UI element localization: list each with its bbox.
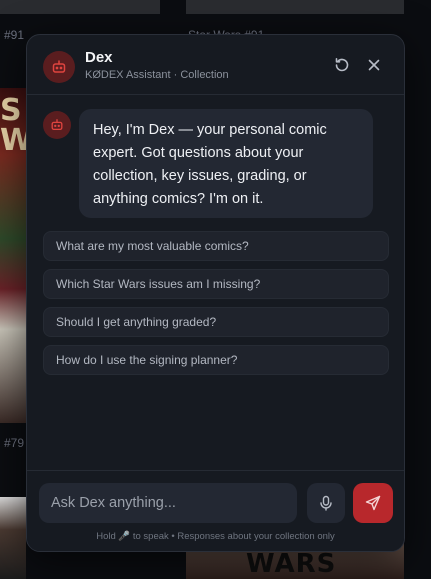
suggestion-chip[interactable]: Which Star Wars issues am I missing? xyxy=(43,269,389,299)
suggestion-chip[interactable]: Should I get anything graded? xyxy=(43,307,389,337)
chat-subtitle: KØDEX Assistant · Collection xyxy=(85,69,229,81)
cover-title: WARS xyxy=(246,549,337,579)
close-icon xyxy=(368,59,380,71)
close-button[interactable] xyxy=(362,53,386,77)
composer-hint: Hold 🎤 to speak • Responses about your c… xyxy=(96,531,335,542)
comic-cover[interactable] xyxy=(0,0,160,14)
suggestion-chip[interactable]: What are my most valuable comics? xyxy=(43,231,389,261)
send-button[interactable] xyxy=(353,483,393,523)
refresh-button[interactable] xyxy=(330,53,354,77)
microphone-icon xyxy=(320,495,332,511)
robot-icon xyxy=(43,111,71,139)
page-gutter xyxy=(404,0,431,579)
issue-label: #91 xyxy=(4,28,25,42)
robot-icon xyxy=(43,51,75,83)
chat-title: Dex xyxy=(85,49,113,66)
issue-label: #79 xyxy=(4,436,25,450)
cover-title: S W xyxy=(0,93,26,158)
assistant-message: Hey, I'm Dex — your personal comic exper… xyxy=(79,109,373,218)
suggestion-chip[interactable]: How do I use the signing planner? xyxy=(43,345,389,375)
voice-button[interactable] xyxy=(307,483,345,523)
comic-cover[interactable] xyxy=(0,497,26,579)
dex-chat-panel: Dex KØDEX Assistant · Collection Hey, I'… xyxy=(26,34,405,552)
refresh-icon xyxy=(335,57,349,72)
comic-cover[interactable]: S W xyxy=(0,88,26,423)
chat-composer: Hold 🎤 to speak • Responses about your c… xyxy=(27,470,404,551)
comic-cover[interactable] xyxy=(186,0,404,14)
message-input[interactable] xyxy=(39,483,297,523)
send-icon xyxy=(365,495,381,511)
chat-header: Dex KØDEX Assistant · Collection xyxy=(27,35,404,95)
